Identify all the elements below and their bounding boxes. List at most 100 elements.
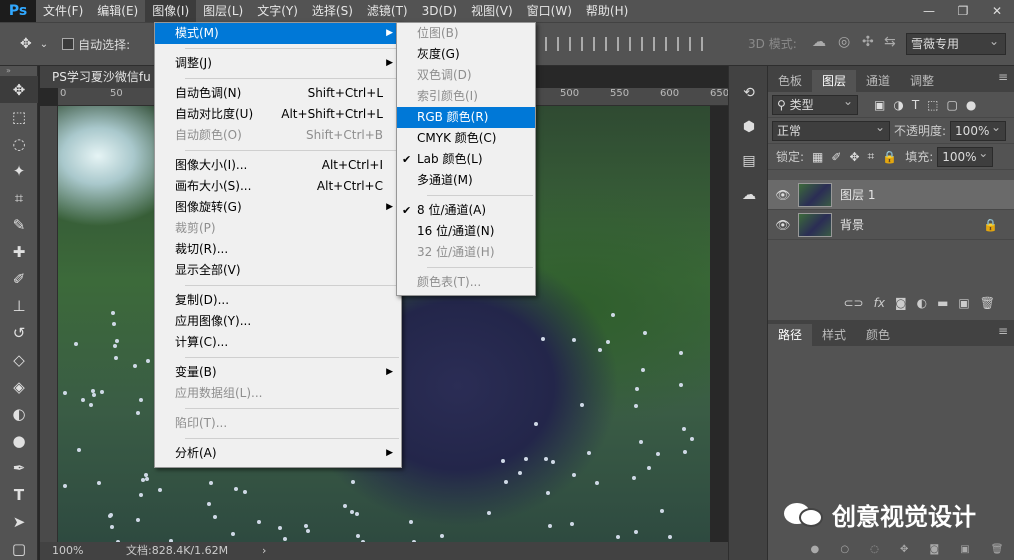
align-vcenter-icon[interactable] [569, 37, 583, 51]
history-panel-icon[interactable]: ⟲ [729, 76, 769, 110]
image-menu-item[interactable]: 图像旋转(G) ▶ [155, 197, 401, 218]
layer-filter-select[interactable]: ⚲ 类型 [772, 92, 858, 115]
paint-bucket-icon[interactable]: ◈ [0, 373, 38, 400]
mode-menu-item[interactable]: ✔ 8 位/通道(A) [397, 200, 535, 221]
menu-11[interactable]: 帮助(H) [579, 0, 635, 22]
align-bottom-icon[interactable] [593, 37, 607, 51]
orbit-3d-icon[interactable]: ☁ [812, 34, 826, 50]
menu-2[interactable]: 编辑(E) [90, 0, 145, 22]
image-menu-item[interactable]: 复制(D)... [155, 290, 401, 311]
image-menu-item[interactable]: 计算(C)... [155, 332, 401, 353]
align-top-icon[interactable] [545, 37, 559, 51]
minimize-button[interactable]: — [912, 0, 946, 22]
image-menu-item[interactable]: 画布大小(S)... Alt+Ctrl+C [155, 176, 401, 197]
add-mask-icon[interactable]: ◙ [929, 544, 939, 555]
image-menu-item[interactable]: 自动色调(N) Shift+Ctrl+L [155, 83, 401, 104]
lock-artboard-icon[interactable]: ⌗ [868, 149, 875, 164]
dodge-tool-icon[interactable]: ● [0, 427, 38, 454]
blur-tool-icon[interactable]: ◐ [0, 400, 38, 427]
tab-2[interactable]: 图层 [812, 70, 857, 92]
menu-7[interactable]: 滤镜(T) [360, 0, 415, 22]
magic-wand-icon[interactable]: ✦ [0, 157, 38, 184]
menu-3[interactable]: 图像(I) [145, 0, 197, 22]
panel-menu-icon[interactable]: ≡ [998, 324, 1008, 338]
layer-name[interactable]: 图层 1 [840, 186, 875, 203]
fx-icon[interactable]: fx [874, 296, 885, 310]
panel-menu-icon[interactable]: ≡ [998, 70, 1008, 84]
image-menu-item[interactable]: 分析(A) ▶ [155, 443, 401, 464]
new-adjustment-icon[interactable]: ◐ [917, 296, 927, 310]
type-tool-icon[interactable]: T [0, 481, 38, 508]
menu-1[interactable]: 文件(F) [36, 0, 90, 22]
crop-tool-icon[interactable]: ⌗ [0, 184, 38, 211]
tab-2[interactable]: 样式 [812, 324, 856, 346]
image-menu-item[interactable]: 自动对比度(U) Alt+Shift+Ctrl+L [155, 104, 401, 125]
align-hcenter-icon[interactable] [641, 37, 655, 51]
type-filter-icon[interactable]: T [912, 98, 919, 112]
tab-3[interactable]: 颜色 [856, 324, 900, 346]
add-mask-icon[interactable]: ◙ [895, 296, 907, 310]
mode-menu-item[interactable]: CMYK 颜色(C) [397, 128, 535, 149]
trash-icon[interactable]: 🗑 [980, 296, 995, 310]
stamp-tool-icon[interactable]: ⊥ [0, 292, 38, 319]
smart-object-filter-icon[interactable]: ▢ [947, 98, 958, 112]
lock-icon[interactable]: 🔒 [983, 218, 998, 232]
mode-menu-item[interactable]: 16 位/通道(N) [397, 221, 535, 242]
tab-1[interactable]: 色板 [768, 70, 812, 92]
lock-pixels-icon[interactable]: ✐ [831, 150, 841, 164]
eraser-tool-icon[interactable]: ◇ [0, 346, 38, 373]
properties-panel-icon[interactable]: ▤ [729, 144, 769, 178]
mode-menu-item[interactable]: RGB 颜色(R) [397, 107, 535, 128]
align-right-icon[interactable] [665, 37, 679, 51]
image-menu-item[interactable]: 应用图像(Y)... [155, 311, 401, 332]
adjustment-filter-icon[interactable]: ◑ [893, 98, 903, 112]
trash-icon[interactable]: 🗑 [991, 544, 1004, 555]
fill-path-icon[interactable]: ● [811, 544, 820, 555]
chevron-down-icon[interactable]: ⌄ [40, 39, 48, 50]
filter-toggle-icon[interactable]: ● [966, 98, 976, 112]
close-button[interactable]: ✕ [980, 0, 1014, 22]
restore-button[interactable]: ❐ [946, 0, 980, 22]
new-layer-icon[interactable]: ▣ [958, 296, 969, 310]
blend-mode-select[interactable]: 正常 [772, 118, 890, 141]
new-group-icon[interactable]: ▬ [937, 296, 948, 310]
menu-4[interactable]: 图层(L) [196, 0, 250, 22]
tab-4[interactable]: 调整 [900, 70, 944, 92]
pixel-filter-icon[interactable]: ▣ [874, 98, 885, 112]
menu-9[interactable]: 视图(V) [464, 0, 520, 22]
shape-tool-icon[interactable]: ▢ [0, 535, 38, 560]
lock-position-icon[interactable]: ✥ [849, 150, 859, 164]
workspace-select[interactable]: 雪薇专用 [906, 31, 1006, 55]
status-arrow-icon[interactable]: › [262, 542, 266, 560]
layer-row[interactable]: 👁 背景 🔒 [768, 210, 1014, 240]
eye-icon[interactable]: 👁 [768, 188, 798, 202]
pan-3d-icon[interactable]: ✣ [862, 34, 874, 50]
lock-all-icon[interactable]: 🔒 [882, 150, 897, 164]
auto-select-checkbox[interactable] [62, 38, 75, 50]
eyedropper-icon[interactable]: ✎ [0, 211, 38, 238]
menu-5[interactable]: 文字(Y) [250, 0, 305, 22]
make-path-icon[interactable]: ✥ [900, 544, 908, 555]
menu-10[interactable]: 窗口(W) [520, 0, 579, 22]
image-menu-item[interactable]: 裁切(R)... [155, 239, 401, 260]
layer-row[interactable]: 👁 图层 1 [768, 180, 1014, 210]
opacity-field[interactable]: 100% [950, 118, 1007, 141]
menu-6[interactable]: 选择(S) [305, 0, 360, 22]
brush-tool-icon[interactable]: ✐ [0, 265, 38, 292]
healing-brush-icon[interactable]: ✚ [0, 238, 38, 265]
stroke-path-icon[interactable]: ○ [840, 544, 849, 555]
distribute-icon[interactable] [689, 37, 703, 51]
roll-3d-icon[interactable]: ◎ [838, 34, 850, 50]
history-brush-icon[interactable]: ↺ [0, 319, 38, 346]
3d-panel-icon[interactable]: ⬢ [729, 110, 769, 144]
path-selection-icon[interactable]: ➤ [0, 508, 38, 535]
tab-3[interactable]: 通道 [856, 70, 900, 92]
eye-icon[interactable]: 👁 [768, 218, 798, 232]
pen-tool-icon[interactable]: ✒ [0, 454, 38, 481]
marquee-tool-icon[interactable]: ⬚ [0, 103, 38, 130]
image-menu-item[interactable]: 调整(J) ▶ [155, 53, 401, 74]
zoom-level[interactable]: 100% [52, 542, 83, 560]
image-menu-item[interactable]: 变量(B) ▶ [155, 362, 401, 383]
load-selection-icon[interactable]: ◌ [870, 544, 879, 555]
lasso-tool-icon[interactable]: ◌ [0, 130, 38, 157]
